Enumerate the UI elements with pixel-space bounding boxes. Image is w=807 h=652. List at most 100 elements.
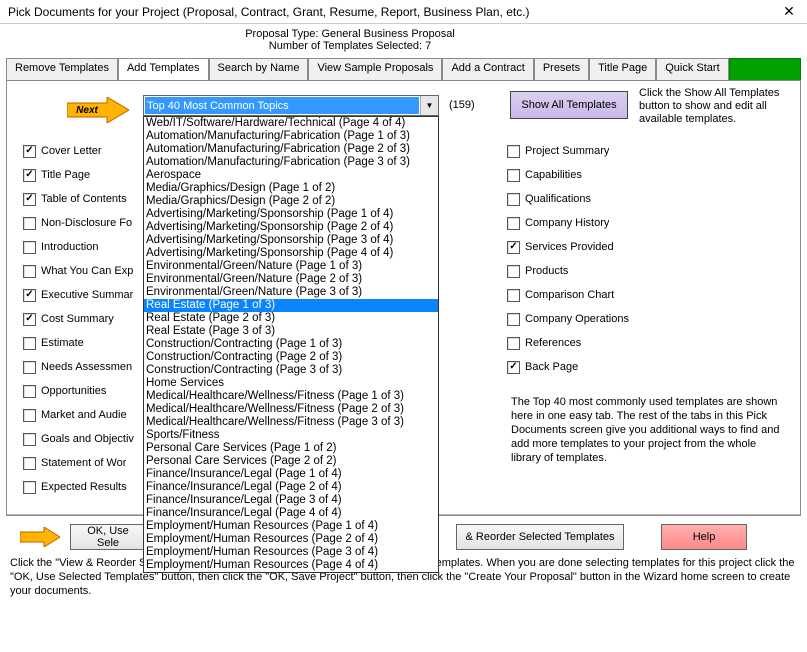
chevron-down-icon[interactable]: ▼ <box>420 96 438 115</box>
checkbox-box[interactable] <box>23 289 36 302</box>
dropdown-option[interactable]: Web/IT/Software/Hardware/Technical (Page… <box>144 117 438 130</box>
checkbox-box[interactable] <box>23 385 36 398</box>
checkbox-box[interactable] <box>507 361 520 374</box>
checkbox-qualifications[interactable]: Qualifications <box>507 187 687 211</box>
topic-dropdown[interactable]: Top 40 Most Common Topics ▼ Web/IT/Softw… <box>143 95 439 116</box>
tab-presets[interactable]: Presets <box>534 58 589 80</box>
dropdown-option[interactable]: Advertising/Marketing/Sponsorship (Page … <box>144 234 438 247</box>
checkbox-expected-results[interactable]: Expected Results <box>23 475 163 499</box>
checkbox-box[interactable] <box>23 145 36 158</box>
dropdown-option[interactable]: Finance/Insurance/Legal (Page 4 of 4) <box>144 507 438 520</box>
checkbox-box[interactable] <box>507 265 520 278</box>
checkbox-box[interactable] <box>23 481 36 494</box>
checkbox-capabilities[interactable]: Capabilities <box>507 163 687 187</box>
tab-view-sample-proposals[interactable]: View Sample Proposals <box>308 58 442 80</box>
dropdown-option[interactable]: Media/Graphics/Design (Page 1 of 2) <box>144 182 438 195</box>
checkbox-references[interactable]: References <box>507 331 687 355</box>
checkbox-what-you-can-exp[interactable]: What You Can Exp <box>23 259 163 283</box>
dropdown-option[interactable]: Finance/Insurance/Legal (Page 3 of 4) <box>144 494 438 507</box>
checkbox-box[interactable] <box>23 217 36 230</box>
dropdown-option[interactable]: Automation/Manufacturing/Fabrication (Pa… <box>144 156 438 169</box>
dropdown-option[interactable]: Personal Care Services (Page 2 of 2) <box>144 455 438 468</box>
dropdown-selected[interactable]: Top 40 Most Common Topics ▼ <box>143 95 439 116</box>
dropdown-list[interactable]: Web/IT/Software/Hardware/Technical (Page… <box>143 116 439 573</box>
dropdown-option[interactable]: Finance/Insurance/Legal (Page 2 of 4) <box>144 481 438 494</box>
checkbox-table-of-contents[interactable]: Table of Contents <box>23 187 163 211</box>
checkbox-box[interactable] <box>23 433 36 446</box>
checkbox-company-operations[interactable]: Company Operations <box>507 307 687 331</box>
dropdown-option[interactable]: Advertising/Marketing/Sponsorship (Page … <box>144 208 438 221</box>
checkbox-box[interactable] <box>507 145 520 158</box>
dropdown-option[interactable]: Employment/Human Resources (Page 3 of 4) <box>144 546 438 559</box>
checkbox-back-page[interactable]: Back Page <box>507 355 687 379</box>
checkbox-title-page[interactable]: Title Page <box>23 163 163 187</box>
help-button[interactable]: Help <box>661 524 747 550</box>
checkbox-box[interactable] <box>23 457 36 470</box>
dropdown-option[interactable]: Media/Graphics/Design (Page 2 of 2) <box>144 195 438 208</box>
dropdown-option[interactable]: Real Estate (Page 3 of 3) <box>144 325 438 338</box>
checkbox-statement-of-wor[interactable]: Statement of Wor <box>23 451 163 475</box>
tab-search-by-name[interactable]: Search by Name <box>209 58 309 80</box>
checkbox-executive-summar[interactable]: Executive Summar <box>23 283 163 307</box>
checkbox-estimate[interactable]: Estimate <box>23 331 163 355</box>
checkbox-box[interactable] <box>507 193 520 206</box>
checkbox-needs-assessmen[interactable]: Needs Assessmen <box>23 355 163 379</box>
dropdown-option[interactable]: Environmental/Green/Nature (Page 2 of 3) <box>144 273 438 286</box>
checkbox-services-provided[interactable]: Services Provided <box>507 235 687 259</box>
show-all-templates-button[interactable]: Show All Templates <box>510 91 628 119</box>
checkbox-box[interactable] <box>507 313 520 326</box>
dropdown-option[interactable]: Home Services <box>144 377 438 390</box>
dropdown-option[interactable]: Real Estate (Page 1 of 3) <box>144 299 438 312</box>
checkbox-box[interactable] <box>23 409 36 422</box>
checkbox-box[interactable] <box>23 241 36 254</box>
view-reorder-button[interactable]: & Reorder Selected Templates <box>456 524 624 550</box>
checkbox-box[interactable] <box>23 169 36 182</box>
dropdown-option[interactable]: Finance/Insurance/Legal (Page 1 of 4) <box>144 468 438 481</box>
dropdown-option[interactable]: Sports/Fitness <box>144 429 438 442</box>
checkbox-market-and-audie[interactable]: Market and Audie <box>23 403 163 427</box>
checkbox-non-disclosure-fo[interactable]: Non-Disclosure Fo <box>23 211 163 235</box>
checkbox-cost-summary[interactable]: Cost Summary <box>23 307 163 331</box>
dropdown-option[interactable]: Advertising/Marketing/Sponsorship (Page … <box>144 247 438 260</box>
dropdown-option[interactable]: Real Estate (Page 2 of 3) <box>144 312 438 325</box>
checkbox-box[interactable] <box>507 217 520 230</box>
tab-remove-templates[interactable]: Remove Templates <box>6 58 118 80</box>
checkbox-products[interactable]: Products <box>507 259 687 283</box>
dropdown-option[interactable]: Employment/Human Resources (Page 2 of 4) <box>144 533 438 546</box>
dropdown-option[interactable]: Advertising/Marketing/Sponsorship (Page … <box>144 221 438 234</box>
dropdown-option[interactable]: Aerospace <box>144 169 438 182</box>
checkbox-box[interactable] <box>23 361 36 374</box>
dropdown-option[interactable]: Automation/Manufacturing/Fabrication (Pa… <box>144 130 438 143</box>
checkbox-box[interactable] <box>23 265 36 278</box>
checkbox-introduction[interactable]: Introduction <box>23 235 163 259</box>
dropdown-option[interactable]: Automation/Manufacturing/Fabrication (Pa… <box>144 143 438 156</box>
checkbox-box[interactable] <box>23 313 36 326</box>
dropdown-option[interactable]: Medical/Healthcare/Wellness/Fitness (Pag… <box>144 416 438 429</box>
tab-add-a-contract[interactable]: Add a Contract <box>442 58 533 80</box>
checkbox-cover-letter[interactable]: Cover Letter <box>23 139 163 163</box>
checkbox-company-history[interactable]: Company History <box>507 211 687 235</box>
checkbox-opportunities[interactable]: Opportunities <box>23 379 163 403</box>
checkbox-box[interactable] <box>507 241 520 254</box>
dropdown-option[interactable]: Environmental/Green/Nature (Page 3 of 3) <box>144 286 438 299</box>
checkbox-goals-and-objectiv[interactable]: Goals and Objectiv <box>23 427 163 451</box>
dropdown-option[interactable]: Medical/Healthcare/Wellness/Fitness (Pag… <box>144 390 438 403</box>
dropdown-option[interactable]: Construction/Contracting (Page 3 of 3) <box>144 364 438 377</box>
dropdown-option[interactable]: Construction/Contracting (Page 2 of 3) <box>144 351 438 364</box>
checkbox-box[interactable] <box>23 337 36 350</box>
tab-add-templates[interactable]: Add Templates <box>118 58 209 80</box>
tab-quick-start[interactable]: Quick Start <box>656 58 728 80</box>
checkbox-box[interactable] <box>507 337 520 350</box>
ok-use-selected-button[interactable]: OK, Use Sele <box>70 524 146 550</box>
checkbox-box[interactable] <box>507 169 520 182</box>
dropdown-option[interactable]: Construction/Contracting (Page 1 of 3) <box>144 338 438 351</box>
dropdown-option[interactable]: Medical/Healthcare/Wellness/Fitness (Pag… <box>144 403 438 416</box>
checkbox-comparison-chart[interactable]: Comparison Chart <box>507 283 687 307</box>
tab-title-page[interactable]: Title Page <box>589 58 656 80</box>
dropdown-option[interactable]: Personal Care Services (Page 1 of 2) <box>144 442 438 455</box>
dropdown-option[interactable]: Employment/Human Resources (Page 4 of 4) <box>144 559 438 572</box>
checkbox-project-summary[interactable]: Project Summary <box>507 139 687 163</box>
checkbox-box[interactable] <box>23 193 36 206</box>
checkbox-box[interactable] <box>507 289 520 302</box>
dropdown-option[interactable]: Environmental/Green/Nature (Page 1 of 3) <box>144 260 438 273</box>
